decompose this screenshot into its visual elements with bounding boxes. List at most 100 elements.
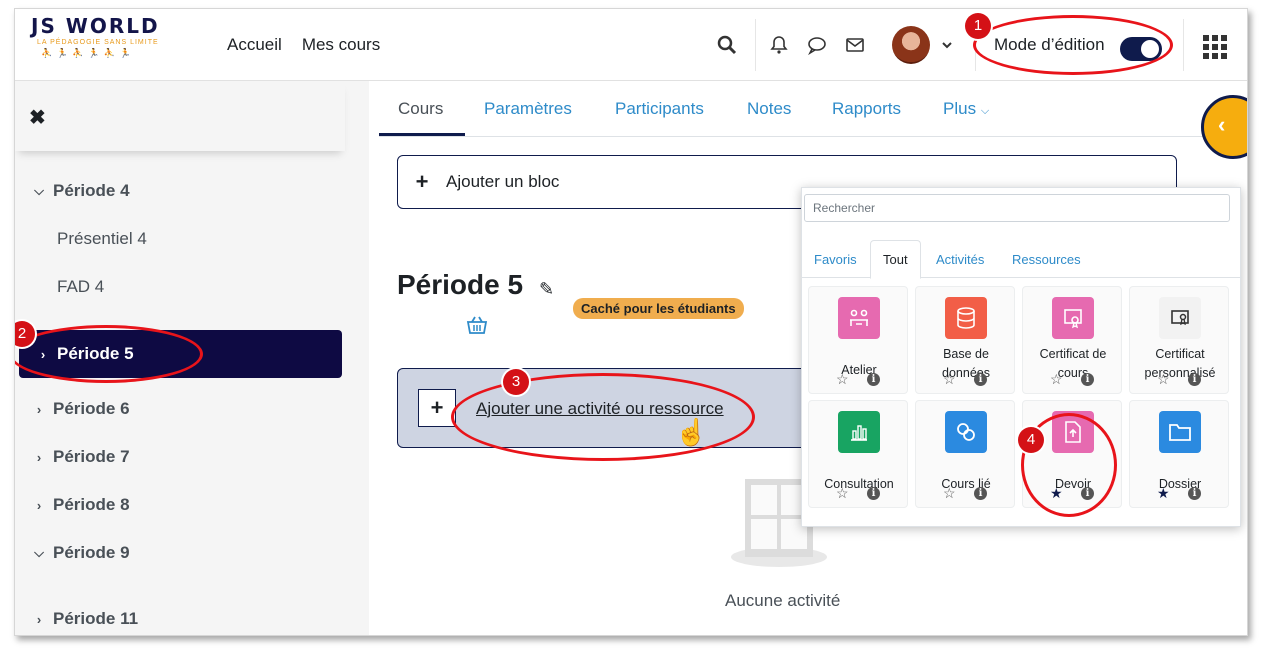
drawer-item-label: Période 11 (53, 609, 139, 628)
star-outline-icon[interactable]: ☆ (836, 371, 849, 388)
active-tab-indicator (379, 133, 465, 136)
drawer-item-fad-4[interactable]: FAD 4 (15, 265, 345, 309)
navbar-divider (755, 19, 756, 71)
chart-icon (838, 411, 880, 453)
chevron-down-icon: ⌵ (34, 545, 44, 560)
drawer-item-periode-7[interactable]: › Période 7 (15, 435, 345, 479)
empty-state-text: Aucune activité (725, 591, 841, 610)
chooser-tabs: Favoris Tout Activités Ressources (802, 240, 1242, 279)
module-card-base-de-donnees[interactable]: Base de données ☆ i (915, 286, 1015, 394)
chooser-search-input[interactable]: Rechercher (804, 194, 1230, 222)
tab-plus[interactable]: Plus ⌵ (943, 99, 989, 119)
edit-mode-toggle[interactable] (1120, 37, 1162, 61)
module-name: Consultation (824, 477, 894, 491)
drawer-item-label: Période 9 (53, 543, 130, 562)
module-card-consultation[interactable]: Consultation ☆ i (808, 400, 908, 508)
tab-rapports[interactable]: Rapports (832, 99, 901, 119)
drawer-item-label: Période 4 (53, 181, 130, 200)
add-block-label: Ajouter un bloc (446, 172, 560, 191)
primary-nav: Accueil Mes cours (227, 35, 380, 55)
top-navbar: JS WORLD LA PÉDAGOGIE SANS LIMITE ⛹ 🏃 ⛹ … (15, 9, 1247, 81)
chevron-right-icon: › (36, 401, 42, 417)
module-card-atelier[interactable]: Atelier ☆ i (808, 286, 908, 394)
mail-icon[interactable] (843, 33, 867, 57)
database-icon (945, 297, 987, 339)
course-secondary-nav: Cours Paramètres Participants Notes Rapp… (379, 81, 1209, 137)
module-name: Dossier (1158, 477, 1202, 491)
star-outline-icon[interactable]: ☆ (1050, 371, 1063, 388)
info-icon[interactable]: i (867, 373, 880, 386)
basket-icon[interactable] (466, 315, 488, 335)
hidden-status-badge: Caché pour les étudiants (573, 298, 744, 319)
drawer-item-periode-9[interactable]: ⌵ Période 9 (15, 531, 345, 575)
info-icon[interactable]: i (1188, 487, 1201, 500)
chevron-right-icon: › (36, 449, 42, 465)
add-activity-plus-button[interactable]: + (418, 389, 456, 427)
edit-mode-label: Mode d’édition (994, 35, 1105, 54)
drawer-item-label: Période 7 (53, 447, 130, 466)
nav-link-my-courses[interactable]: Mes cours (302, 35, 380, 55)
module-card-devoir[interactable]: Devoir ★ i (1022, 400, 1122, 508)
star-outline-icon[interactable]: ☆ (943, 371, 956, 388)
star-outline-icon[interactable]: ☆ (943, 485, 956, 502)
chat-icon[interactable] (805, 33, 829, 57)
app-grid-icon[interactable] (1203, 35, 1227, 59)
add-activity-link[interactable]: Ajouter une activité ou ressource (476, 399, 724, 419)
tab-cours[interactable]: Cours (398, 99, 443, 119)
chevron-right-icon: › (36, 497, 42, 513)
chevron-down-icon[interactable] (935, 33, 959, 57)
plus-icon: + (415, 169, 429, 194)
chooser-tab-activites[interactable]: Activités (936, 252, 984, 267)
chooser-tab-favoris[interactable]: Favoris (814, 252, 857, 267)
search-icon[interactable] (715, 33, 739, 57)
drawer-item-label: Période 6 (53, 399, 130, 418)
app-window: JS WORLD LA PÉDAGOGIE SANS LIMITE ⛹ 🏃 ⛹ … (14, 8, 1248, 636)
drawer-item-presentiel-4[interactable]: Présentiel 4 (15, 217, 345, 261)
drawer-item-periode-8[interactable]: › Période 8 (15, 483, 345, 527)
module-card-dossier[interactable]: Dossier ★ i (1129, 400, 1229, 508)
tab-participants[interactable]: Participants (615, 99, 704, 119)
drawer-item-label: Période 5 (57, 344, 134, 363)
star-outline-icon[interactable]: ☆ (1157, 371, 1170, 388)
info-icon[interactable]: i (974, 373, 987, 386)
star-filled-icon[interactable]: ★ (1157, 485, 1170, 502)
logo-subtitle: LA PÉDAGOGIE SANS LIMITE (37, 39, 159, 46)
star-outline-icon[interactable]: ☆ (836, 485, 849, 502)
navbar-divider (1183, 19, 1184, 71)
module-name: Devoir (1054, 477, 1092, 491)
annotation-number-4: 4 (1018, 427, 1044, 453)
chevron-down-icon: ⌵ (980, 105, 990, 117)
drawer-item-label: Présentiel 4 (57, 229, 147, 248)
module-card-cours-lie[interactable]: Cours lié ☆ i (915, 400, 1015, 508)
logo-title: JS WORLD (31, 14, 160, 38)
info-icon[interactable]: i (1081, 487, 1094, 500)
nav-link-home[interactable]: Accueil (227, 35, 282, 55)
chevron-right-icon: › (40, 346, 46, 362)
chooser-tab-ressources[interactable]: Ressources (1012, 252, 1081, 267)
tab-plus-label: Plus (943, 99, 977, 118)
module-name: Cours lié (941, 477, 991, 491)
bell-icon[interactable] (767, 33, 791, 57)
info-icon[interactable]: i (1081, 373, 1094, 386)
info-icon[interactable]: i (867, 487, 880, 500)
module-card-certificat-de-cours[interactable]: Certificat de cours ☆ i (1022, 286, 1122, 394)
tab-notes[interactable]: Notes (747, 99, 791, 119)
info-icon[interactable]: i (1188, 373, 1201, 386)
drawer-header: ✖ (15, 81, 345, 151)
module-card-certificat-personnalise[interactable]: Certificat personnalisé ☆ i (1129, 286, 1229, 394)
custom-certificate-icon (1159, 297, 1201, 339)
activity-chooser: Rechercher Favoris Tout Activités Ressou… (801, 187, 1242, 527)
drawer-item-periode-11[interactable]: › Période 11 (15, 597, 345, 635)
chooser-tab-tout[interactable]: Tout (870, 240, 921, 279)
close-icon[interactable]: ✖ (29, 105, 46, 130)
pencil-icon[interactable]: ✎ (539, 279, 554, 300)
module-name: Certificat de cours (1039, 347, 1107, 380)
site-logo[interactable]: JS WORLD LA PÉDAGOGIE SANS LIMITE ⛹ 🏃 ⛹ … (31, 15, 181, 75)
drawer-item-periode-4[interactable]: ⌵ Période 4 (15, 169, 345, 213)
tab-parametres[interactable]: Paramètres (484, 99, 572, 119)
drawer-item-periode-6[interactable]: › Période 6 (15, 387, 345, 431)
info-icon[interactable]: i (974, 487, 987, 500)
user-avatar[interactable] (892, 26, 930, 64)
drawer-item-periode-5[interactable]: › Période 5 (19, 330, 342, 378)
star-filled-icon[interactable]: ★ (1050, 485, 1063, 502)
